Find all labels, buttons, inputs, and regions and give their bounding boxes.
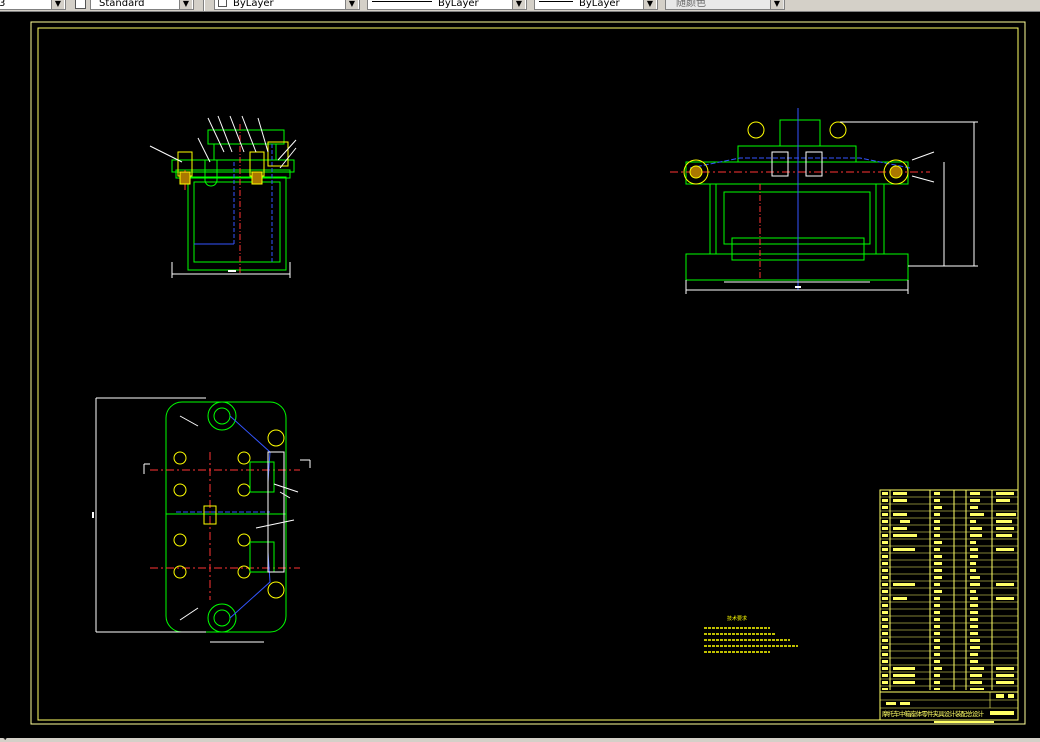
parts-list-table xyxy=(879,489,1019,721)
toolbar-separator xyxy=(203,0,205,11)
status-bar: Ψ xyxy=(0,738,1040,742)
linetype-value: ByLayer xyxy=(438,0,479,9)
title-block: 摩托车中箱座体零件夹具设计装配总设计 xyxy=(879,691,1019,723)
linetype-swatch xyxy=(372,1,432,2)
chevron-down-icon[interactable]: ▼ xyxy=(770,0,783,9)
top-view xyxy=(92,397,311,643)
lineweight-swatch xyxy=(539,1,573,2)
cad-drawing: 技术要求 摩托车中箱座体零件夹具设计装配总设计 xyxy=(30,21,1026,725)
title-block-caption: 摩托车中箱座体零件夹具设计装配总设计 xyxy=(882,709,985,718)
front-view xyxy=(149,115,297,278)
prev-dropdown[interactable]: 3▼ xyxy=(0,0,66,10)
chevron-down-icon[interactable]: ▼ xyxy=(512,0,525,9)
lineweight-dropdown[interactable]: ByLayer ▼ xyxy=(534,0,658,10)
lineweight-value: ByLayer xyxy=(579,0,620,9)
text-style-value: Standard xyxy=(99,0,145,9)
plotstyle-value: 随颜色 xyxy=(676,0,706,9)
technical-notes: 技术要求 xyxy=(704,615,798,653)
properties-toolbar: 3▼ Standard▼ ByLayer▼ ByLayer▼ ByLayer▼ … xyxy=(0,0,1040,12)
side-view xyxy=(670,108,978,294)
chevron-down-icon[interactable]: ▼ xyxy=(345,0,358,9)
chevron-down-icon[interactable]: ▼ xyxy=(51,0,64,9)
layer-value: ByLayer xyxy=(233,0,274,9)
linetype-dropdown[interactable]: ByLayer ▼ xyxy=(367,0,527,10)
status-text: Ψ xyxy=(2,738,8,742)
layer-color-icon xyxy=(218,0,227,7)
layer-dropdown[interactable]: ByLayer ▼ xyxy=(214,0,360,10)
chevron-down-icon[interactable]: ▼ xyxy=(179,0,192,9)
text-style-icon[interactable] xyxy=(75,0,86,9)
drawing-canvas[interactable]: 技术要求 摩托车中箱座体零件夹具设计装配总设计 xyxy=(0,12,1040,738)
plotstyle-dropdown[interactable]: 随颜色 ▼ xyxy=(665,0,785,10)
chevron-down-icon[interactable]: ▼ xyxy=(643,0,656,9)
notes-title: 技术要求 xyxy=(727,615,747,622)
text-style-dropdown[interactable]: Standard ▼ xyxy=(90,0,194,10)
outer-frame xyxy=(30,21,1026,725)
